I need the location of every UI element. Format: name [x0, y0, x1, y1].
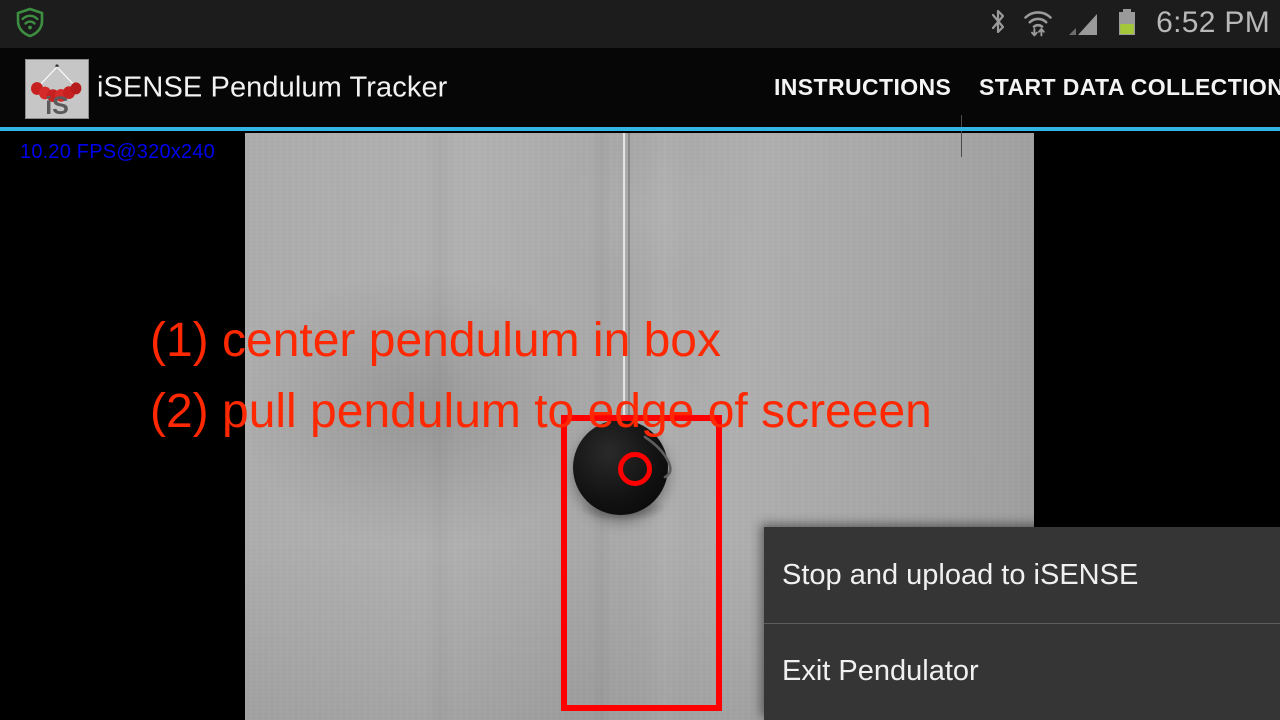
status-bar-clock: 6:52 PM	[1156, 6, 1270, 39]
fps-overlay-label: 10.20 FPS@320x240	[20, 141, 215, 163]
battery-icon	[1116, 6, 1138, 43]
shield-security-icon	[14, 6, 46, 43]
instruction-overlay: (1) center pendulum in box (2) pull pend…	[150, 305, 932, 447]
action-bar-accent-line	[0, 127, 1280, 131]
menu-item-label: Exit Pendulator	[782, 654, 979, 687]
menu-item-label: Stop and upload to iSENSE	[782, 558, 1139, 591]
action-bar-divider	[961, 115, 962, 157]
svg-text:iS: iS	[45, 92, 69, 118]
instruction-line-1: (1) center pendulum in box	[150, 314, 721, 367]
tracking-circle	[618, 452, 652, 486]
menu-item-exit-pendulator[interactable]: Exit Pendulator	[764, 623, 1280, 719]
instructions-button-label: INSTRUCTIONS	[774, 74, 952, 100]
instructions-button[interactable]: INSTRUCTIONS	[774, 48, 951, 127]
start-data-collection-button-label: START DATA COLLECTION	[979, 74, 1280, 100]
status-bar-notifications[interactable]	[14, 0, 46, 48]
bluetooth-icon	[987, 6, 1009, 43]
cellular-signal-icon	[1067, 6, 1103, 43]
status-bar-system-icons[interactable]: 6:52 PM	[987, 0, 1270, 48]
isense-pendulum-app-icon[interactable]: iS	[25, 59, 89, 119]
popup-menu[interactable]: Stop and upload to iSENSE Exit Pendulato…	[764, 527, 1280, 720]
instruction-line-2: (2) pull pendulum to edge of screeen	[150, 385, 932, 438]
page-title: iSENSE Pendulum Tracker	[97, 71, 448, 103]
wifi-icon	[1022, 6, 1054, 43]
action-bar: iS iSENSE Pendulum Tracker INSTRUCTIONS …	[0, 48, 1280, 157]
status-bar: 6:52 PM	[0, 0, 1280, 48]
android-screen: 6:52 PM iS iSENSE Pendulum Tracker INSTR…	[0, 0, 1280, 720]
menu-item-stop-and-upload[interactable]: Stop and upload to iSENSE	[764, 527, 1280, 623]
start-data-collection-button[interactable]: START DATA COLLECTION	[979, 48, 1280, 127]
